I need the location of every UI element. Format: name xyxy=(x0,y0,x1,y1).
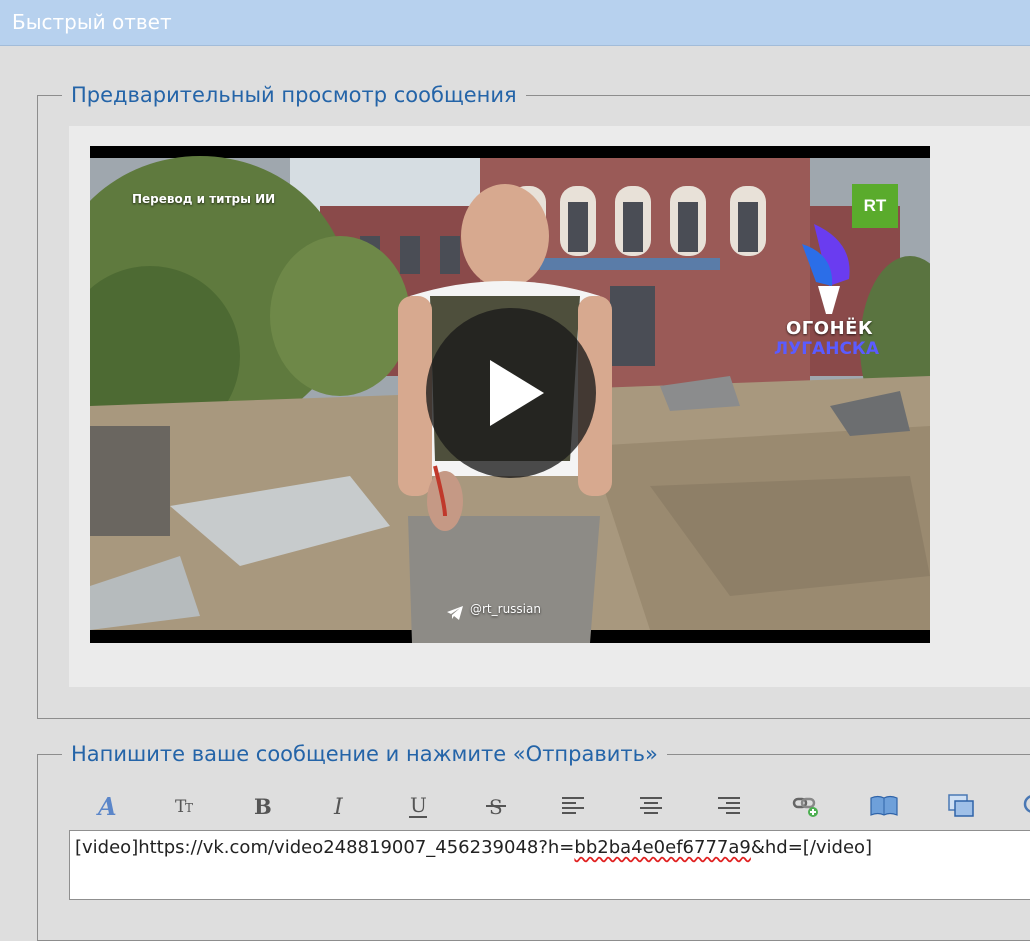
misspelled-token: bb2ba4e0ef6777a9 xyxy=(574,837,751,858)
svg-text:A: A xyxy=(96,793,117,819)
message-textarea[interactable]: [video]https://vk.com/video248819007_456… xyxy=(69,830,1030,900)
svg-text:T: T xyxy=(185,801,193,815)
align-right-icon[interactable] xyxy=(714,790,744,822)
bold-icon[interactable]: B xyxy=(247,790,277,822)
font-icon[interactable]: A xyxy=(92,790,122,822)
align-center-icon[interactable] xyxy=(636,790,666,822)
svg-text:U: U xyxy=(410,793,427,817)
brand-line-1: ОГОНЁК xyxy=(786,318,874,339)
compose-legend: Напишите ваше сообщение и нажмите «Отпра… xyxy=(71,742,658,766)
rt-logo: RT xyxy=(852,184,898,228)
align-left-icon[interactable] xyxy=(558,790,588,822)
brand-line-2: ЛУГАНСКА xyxy=(774,339,879,359)
video-watermark: @rt_russian xyxy=(470,602,541,616)
italic-icon[interactable]: I xyxy=(325,790,355,822)
insert-link-icon[interactable] xyxy=(791,790,821,822)
svg-text:I: I xyxy=(333,795,344,819)
editor-toolbar: A TT B I U S xyxy=(70,790,1030,826)
message-text-prefix: [video]https://vk.com/video248819007_456… xyxy=(75,837,575,858)
torch-logo-icon xyxy=(802,224,850,314)
svg-text:B: B xyxy=(254,794,272,819)
window-title: Быстрый ответ xyxy=(12,10,172,34)
underline-icon[interactable]: U xyxy=(403,790,433,822)
video-player[interactable]: Перевод и титры ИИ RT ОГОНЁК ЛУГАНСКА @r… xyxy=(90,146,930,643)
message-text: [video]https://vk.com/video248819007_456… xyxy=(75,837,872,858)
preview-legend: Предварительный просмотр сообщения xyxy=(71,83,517,107)
telegram-icon xyxy=(447,606,463,620)
strikethrough-icon[interactable]: S xyxy=(481,790,511,822)
search-icon[interactable] xyxy=(1020,790,1030,822)
book-icon[interactable] xyxy=(869,790,899,822)
play-icon[interactable] xyxy=(426,308,596,478)
font-size-icon[interactable]: TT xyxy=(170,790,200,822)
window-title-bar: Быстрый ответ xyxy=(0,0,1030,46)
video-caption: Перевод и титры ИИ xyxy=(132,192,276,206)
windows-icon[interactable] xyxy=(946,790,976,822)
message-text-suffix: &hd=[/video] xyxy=(750,837,873,858)
